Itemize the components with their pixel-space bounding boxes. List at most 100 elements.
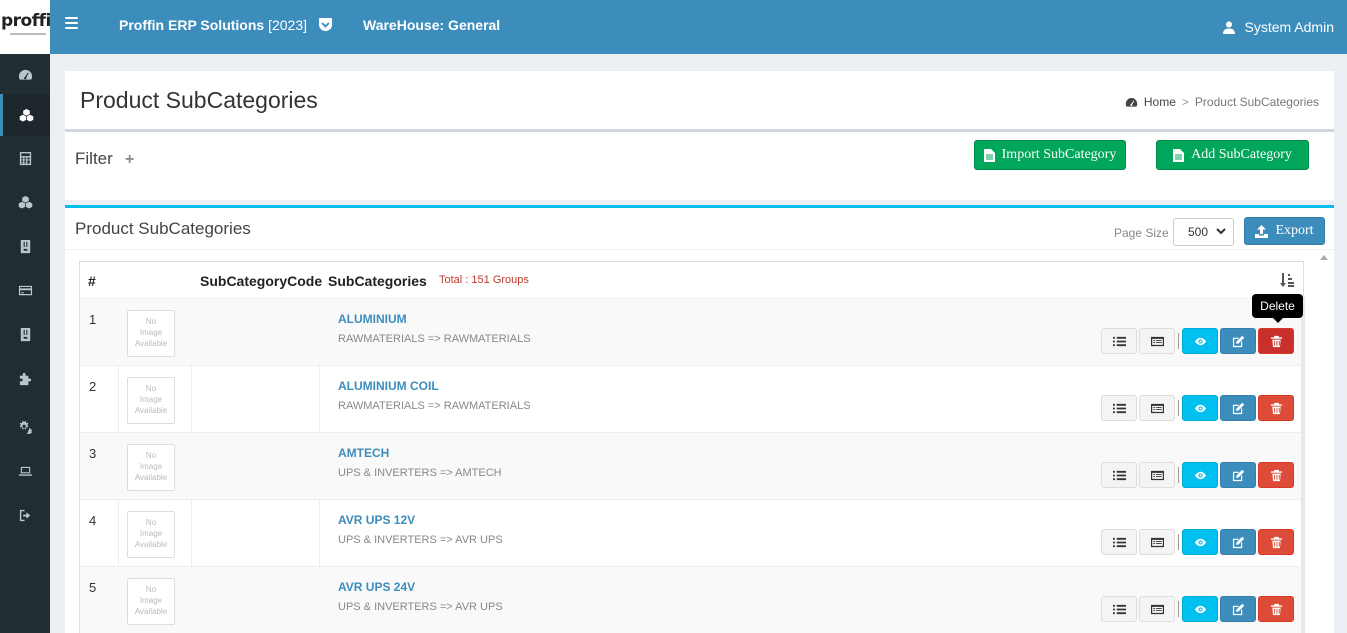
sidebar-item-dashboard[interactable]	[0, 54, 50, 94]
subcategory-name-link[interactable]: AMTECH	[338, 446, 389, 460]
plus-icon[interactable]: +	[125, 151, 134, 169]
inbox-icon	[20, 327, 30, 341]
eye-icon	[1194, 471, 1206, 479]
sidebar-item-inventory[interactable]	[0, 182, 50, 222]
upload-icon	[1255, 224, 1269, 238]
details-button[interactable]	[1139, 529, 1175, 555]
row-actions	[1101, 596, 1296, 622]
row-number: 5	[89, 580, 97, 595]
filter-toggle[interactable]: Filter	[75, 149, 113, 169]
details-button[interactable]	[1139, 328, 1175, 354]
column-header-code[interactable]: SubCategoryCode	[192, 262, 322, 299]
table-scrollbar[interactable]	[1301, 297, 1305, 633]
subcategory-name-link[interactable]: AVR UPS 24V	[338, 580, 415, 594]
puzzle-icon	[19, 372, 31, 385]
subcategory-path: RAWMATERIALS => RAWMATERIALS	[338, 333, 531, 345]
sort-amount-icon[interactable]	[1279, 272, 1295, 288]
delete-button[interactable]	[1258, 596, 1294, 622]
subcategory-table: # SubCategoryCode SubCategories Total : …	[79, 261, 1304, 633]
delete-button[interactable]	[1258, 395, 1294, 421]
sidebar-item-devices[interactable]	[0, 451, 50, 491]
view-button[interactable]	[1182, 328, 1218, 354]
no-image-text: Available	[134, 339, 168, 348]
sidebar-item-logout[interactable]	[0, 495, 50, 535]
subcategory-path: RAWMATERIALS => RAWMATERIALS	[338, 400, 531, 412]
subcategory-path: UPS & INVERTERS => AMTECH	[338, 467, 502, 479]
scroll-up-arrow[interactable]	[1320, 255, 1328, 260]
sidebar-item-settings[interactable]	[0, 406, 50, 446]
eye-icon	[1194, 605, 1206, 613]
no-image-text: Image	[139, 462, 163, 471]
list-icon	[1112, 336, 1126, 346]
edit-button[interactable]	[1220, 462, 1256, 488]
action-separator	[1178, 467, 1179, 483]
list-title: Product SubCategories	[75, 219, 251, 238]
sidebar-item-payments[interactable]	[0, 270, 50, 310]
view-button[interactable]	[1182, 395, 1218, 421]
list-view-button[interactable]	[1101, 529, 1137, 555]
details-button[interactable]	[1139, 596, 1175, 622]
sidebar-item-products[interactable]	[0, 94, 50, 136]
column-header-subcategories[interactable]: SubCategories	[320, 262, 427, 299]
page-title: Product SubCategories	[80, 87, 318, 113]
eye-icon	[1194, 337, 1206, 345]
edit-button[interactable]	[1220, 395, 1256, 421]
breadcrumb: Home > Product SubCategories	[1125, 95, 1319, 109]
no-image-text: Available	[134, 473, 168, 482]
details-button[interactable]	[1139, 395, 1175, 421]
export-button[interactable]: Export	[1244, 217, 1325, 245]
delete-button[interactable]	[1258, 462, 1294, 488]
edit-icon	[1232, 603, 1244, 615]
sidebar-item-inbox[interactable]	[0, 226, 50, 266]
breadcrumb-home[interactable]: Home	[1144, 95, 1176, 109]
table-row: 1 No Image Available ALUMINIUM RAWMATERIALS =…	[80, 299, 1303, 366]
add-subcategory-button[interactable]: Add SubCategory	[1156, 140, 1309, 170]
list-view-button[interactable]	[1101, 328, 1137, 354]
no-image-text: Image	[139, 529, 163, 538]
row-number: 1	[89, 312, 97, 327]
list-alt-icon	[1150, 470, 1164, 480]
import-subcategory-button[interactable]: Import SubCategory	[974, 140, 1126, 170]
sidebar-item-reports[interactable]	[0, 314, 50, 354]
subcategory-name-link[interactable]: AVR UPS 12V	[338, 513, 415, 527]
table-row: 2 No Image Available ALUMINIUM COIL RAWMATERI…	[80, 366, 1303, 433]
list-view-button[interactable]	[1101, 395, 1137, 421]
row-number: 2	[89, 379, 97, 394]
page-size-select[interactable]: 500	[1173, 218, 1234, 246]
delete-button[interactable]	[1258, 328, 1294, 354]
subcategory-name-link[interactable]: ALUMINIUM COIL	[338, 379, 439, 393]
list-view-button[interactable]	[1101, 596, 1137, 622]
sidebar-toggle-icon[interactable]	[65, 17, 78, 29]
top-navbar: proffin Proffin ERP Solutions [2023] War…	[0, 0, 1347, 54]
view-button[interactable]	[1182, 596, 1218, 622]
eye-icon	[1194, 404, 1206, 412]
view-button[interactable]	[1182, 529, 1218, 555]
logo[interactable]: proffin	[0, 0, 50, 54]
sign-out-icon	[19, 509, 30, 521]
view-button[interactable]	[1182, 462, 1218, 488]
delete-tooltip: Delete	[1252, 294, 1303, 323]
subcategory-name-link[interactable]: ALUMINIUM	[338, 312, 407, 326]
eye-icon	[1194, 538, 1206, 546]
trash-icon	[1270, 469, 1282, 481]
total-count: Total : 151 Groups	[439, 274, 529, 286]
app-title: Proffin ERP Solutions [2023]	[119, 17, 307, 33]
sidebar-item-accounts[interactable]	[0, 138, 50, 178]
chevron-circle-down-icon[interactable]	[318, 17, 333, 32]
edit-button[interactable]	[1220, 529, 1256, 555]
edit-button[interactable]	[1220, 596, 1256, 622]
chevron-down-icon	[1216, 228, 1226, 235]
list-alt-icon	[1150, 604, 1164, 614]
user-menu[interactable]: System Admin	[1222, 19, 1334, 35]
list-view-button[interactable]	[1101, 462, 1137, 488]
app-name: Proffin ERP Solutions	[119, 17, 265, 33]
table-header: # SubCategoryCode SubCategories Total : …	[80, 262, 1303, 299]
row-actions	[1101, 395, 1296, 421]
sidebar-item-plugins[interactable]	[0, 358, 50, 398]
no-image-text: No	[145, 384, 157, 393]
add-subcategory-label: Add SubCategory	[1191, 147, 1292, 162]
details-button[interactable]	[1139, 462, 1175, 488]
delete-button[interactable]	[1258, 529, 1294, 555]
warehouse-selector[interactable]: WareHouse: General	[363, 17, 500, 33]
edit-button[interactable]	[1220, 328, 1256, 354]
